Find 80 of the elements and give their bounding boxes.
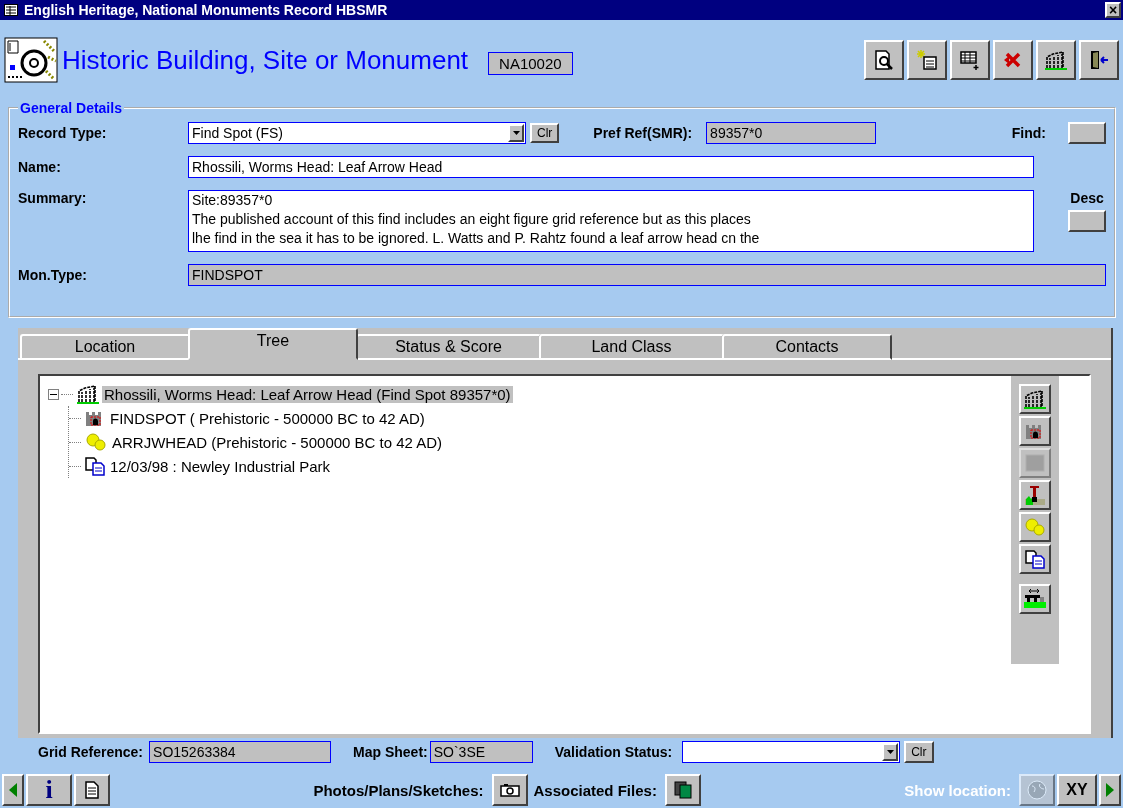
info-button[interactable]: i	[26, 774, 72, 806]
field-label: Grid Reference:	[38, 744, 144, 760]
tab[interactable]: Tree	[188, 328, 358, 360]
monument-type-tool-button[interactable]	[1019, 416, 1051, 446]
window-icon[interactable]	[4, 4, 18, 16]
link-icon	[1023, 588, 1047, 610]
files-icon	[673, 781, 692, 799]
desc-button[interactable]	[1068, 210, 1106, 232]
event-tool-button[interactable]	[1019, 544, 1051, 574]
map-sheet-field[interactable]: SO`3SE	[429, 741, 533, 763]
monument-icon	[76, 383, 100, 405]
tree-item[interactable]: 12/03/98 : Newley Industrial Park	[108, 457, 333, 475]
field-label: Map Sheet:	[353, 744, 428, 760]
tree-item[interactable]: ARRJWHEAD (Prehistoric - 500000 BC to 42 AD)	[110, 433, 445, 451]
camera-icon	[499, 783, 520, 797]
previous-arrow-icon	[8, 782, 18, 798]
field-label: Mon.Type:	[18, 267, 88, 283]
tree-item[interactable]: FINDSPOT ( Prehistoric - 500000 BC to 42 AD)	[108, 409, 427, 427]
logo-icon	[4, 37, 58, 83]
files-button[interactable]	[664, 774, 701, 806]
field-label: Pref Ref(SMR):	[593, 125, 693, 141]
monument-icon	[1023, 388, 1047, 410]
tab[interactable]: Contacts	[722, 334, 892, 360]
add-row-icon	[959, 49, 981, 71]
blank-square-icon	[1024, 453, 1046, 473]
add-record-button[interactable]	[950, 40, 990, 80]
form-title: Historic Building, Site or Monument	[62, 44, 469, 76]
excavation-icon	[1024, 484, 1046, 506]
new-record-button[interactable]	[907, 40, 947, 80]
tab[interactable]: Land Class	[539, 334, 724, 360]
previous-button[interactable]	[2, 774, 24, 806]
tab[interactable]: Location	[20, 334, 190, 360]
new-form-icon	[916, 49, 938, 71]
delete-button[interactable]	[993, 40, 1033, 80]
next-arrow-icon	[1105, 782, 1115, 798]
tree-item[interactable]: Rhossili, Worms Head: Leaf Arrow Head (Find Spot 89357*0)	[102, 385, 513, 403]
monument-button[interactable]	[1036, 40, 1076, 80]
exit-door-icon	[1088, 49, 1110, 71]
summary-field[interactable]: Site:89357*0 The published account of this find includes an eight figure grid reference but as this places lhe find in the sea it has to be ignored. L. Watts and P. Rahtz found a leaf arrow head cn the	[188, 190, 1034, 252]
object-icon	[1023, 517, 1047, 537]
link-tool-button[interactable]	[1019, 584, 1051, 614]
preview-icon	[873, 49, 895, 71]
field-label: Record Type:	[18, 125, 108, 141]
clear-button[interactable]: Clr	[530, 123, 560, 143]
object-icon	[84, 432, 108, 452]
clear-button[interactable]: Clr	[904, 741, 934, 763]
show-location-button[interactable]	[1019, 774, 1055, 806]
photos-button[interactable]	[491, 774, 528, 806]
exit-button[interactable]	[1079, 40, 1119, 80]
mon-type-field[interactable]: FINDSPOT	[188, 264, 1106, 286]
event-icon	[84, 456, 106, 476]
record-id: NA10020	[488, 51, 573, 75]
collapse-icon[interactable]	[48, 388, 59, 400]
event-icon	[1024, 549, 1046, 569]
show-location-label: Show location:	[904, 781, 1011, 799]
notes-button[interactable]	[74, 774, 110, 806]
field-label: Validation Status:	[554, 744, 673, 760]
window-title: English Heritage, National Monuments Record HBSMR	[24, 2, 389, 18]
group-title: General Details	[19, 100, 123, 116]
field-label: Find:	[1011, 125, 1046, 141]
document-icon	[84, 781, 100, 799]
next-button[interactable]	[1099, 774, 1121, 806]
validation-status-dropdown[interactable]	[682, 741, 901, 763]
pref-ref-field[interactable]: 89357*0	[706, 122, 877, 144]
field-label: Name:	[18, 159, 62, 175]
xy-button[interactable]: XY	[1057, 774, 1097, 806]
field-label: Desc	[1070, 190, 1104, 206]
monument-icon	[1044, 49, 1068, 71]
object-tool-button[interactable]	[1019, 512, 1051, 542]
grid-reference-field[interactable]: SO15263384	[149, 741, 332, 763]
name-field[interactable]: Rhossili, Worms Head: Leaf Arrow Head	[188, 156, 1034, 178]
field-label: Summary:	[18, 190, 88, 206]
record-type-dropdown[interactable]: Find Spot (FS)	[188, 122, 526, 144]
photos-label: Photos/Plans/Sketches:	[313, 781, 484, 799]
find-button[interactable]	[1068, 122, 1106, 144]
preview-button[interactable]	[864, 40, 904, 80]
files-label: Associated Files:	[533, 781, 657, 799]
excavation-tool-button[interactable]	[1019, 480, 1051, 510]
monument-tool-button[interactable]	[1019, 384, 1051, 414]
close-button[interactable]: ×	[1105, 2, 1121, 18]
